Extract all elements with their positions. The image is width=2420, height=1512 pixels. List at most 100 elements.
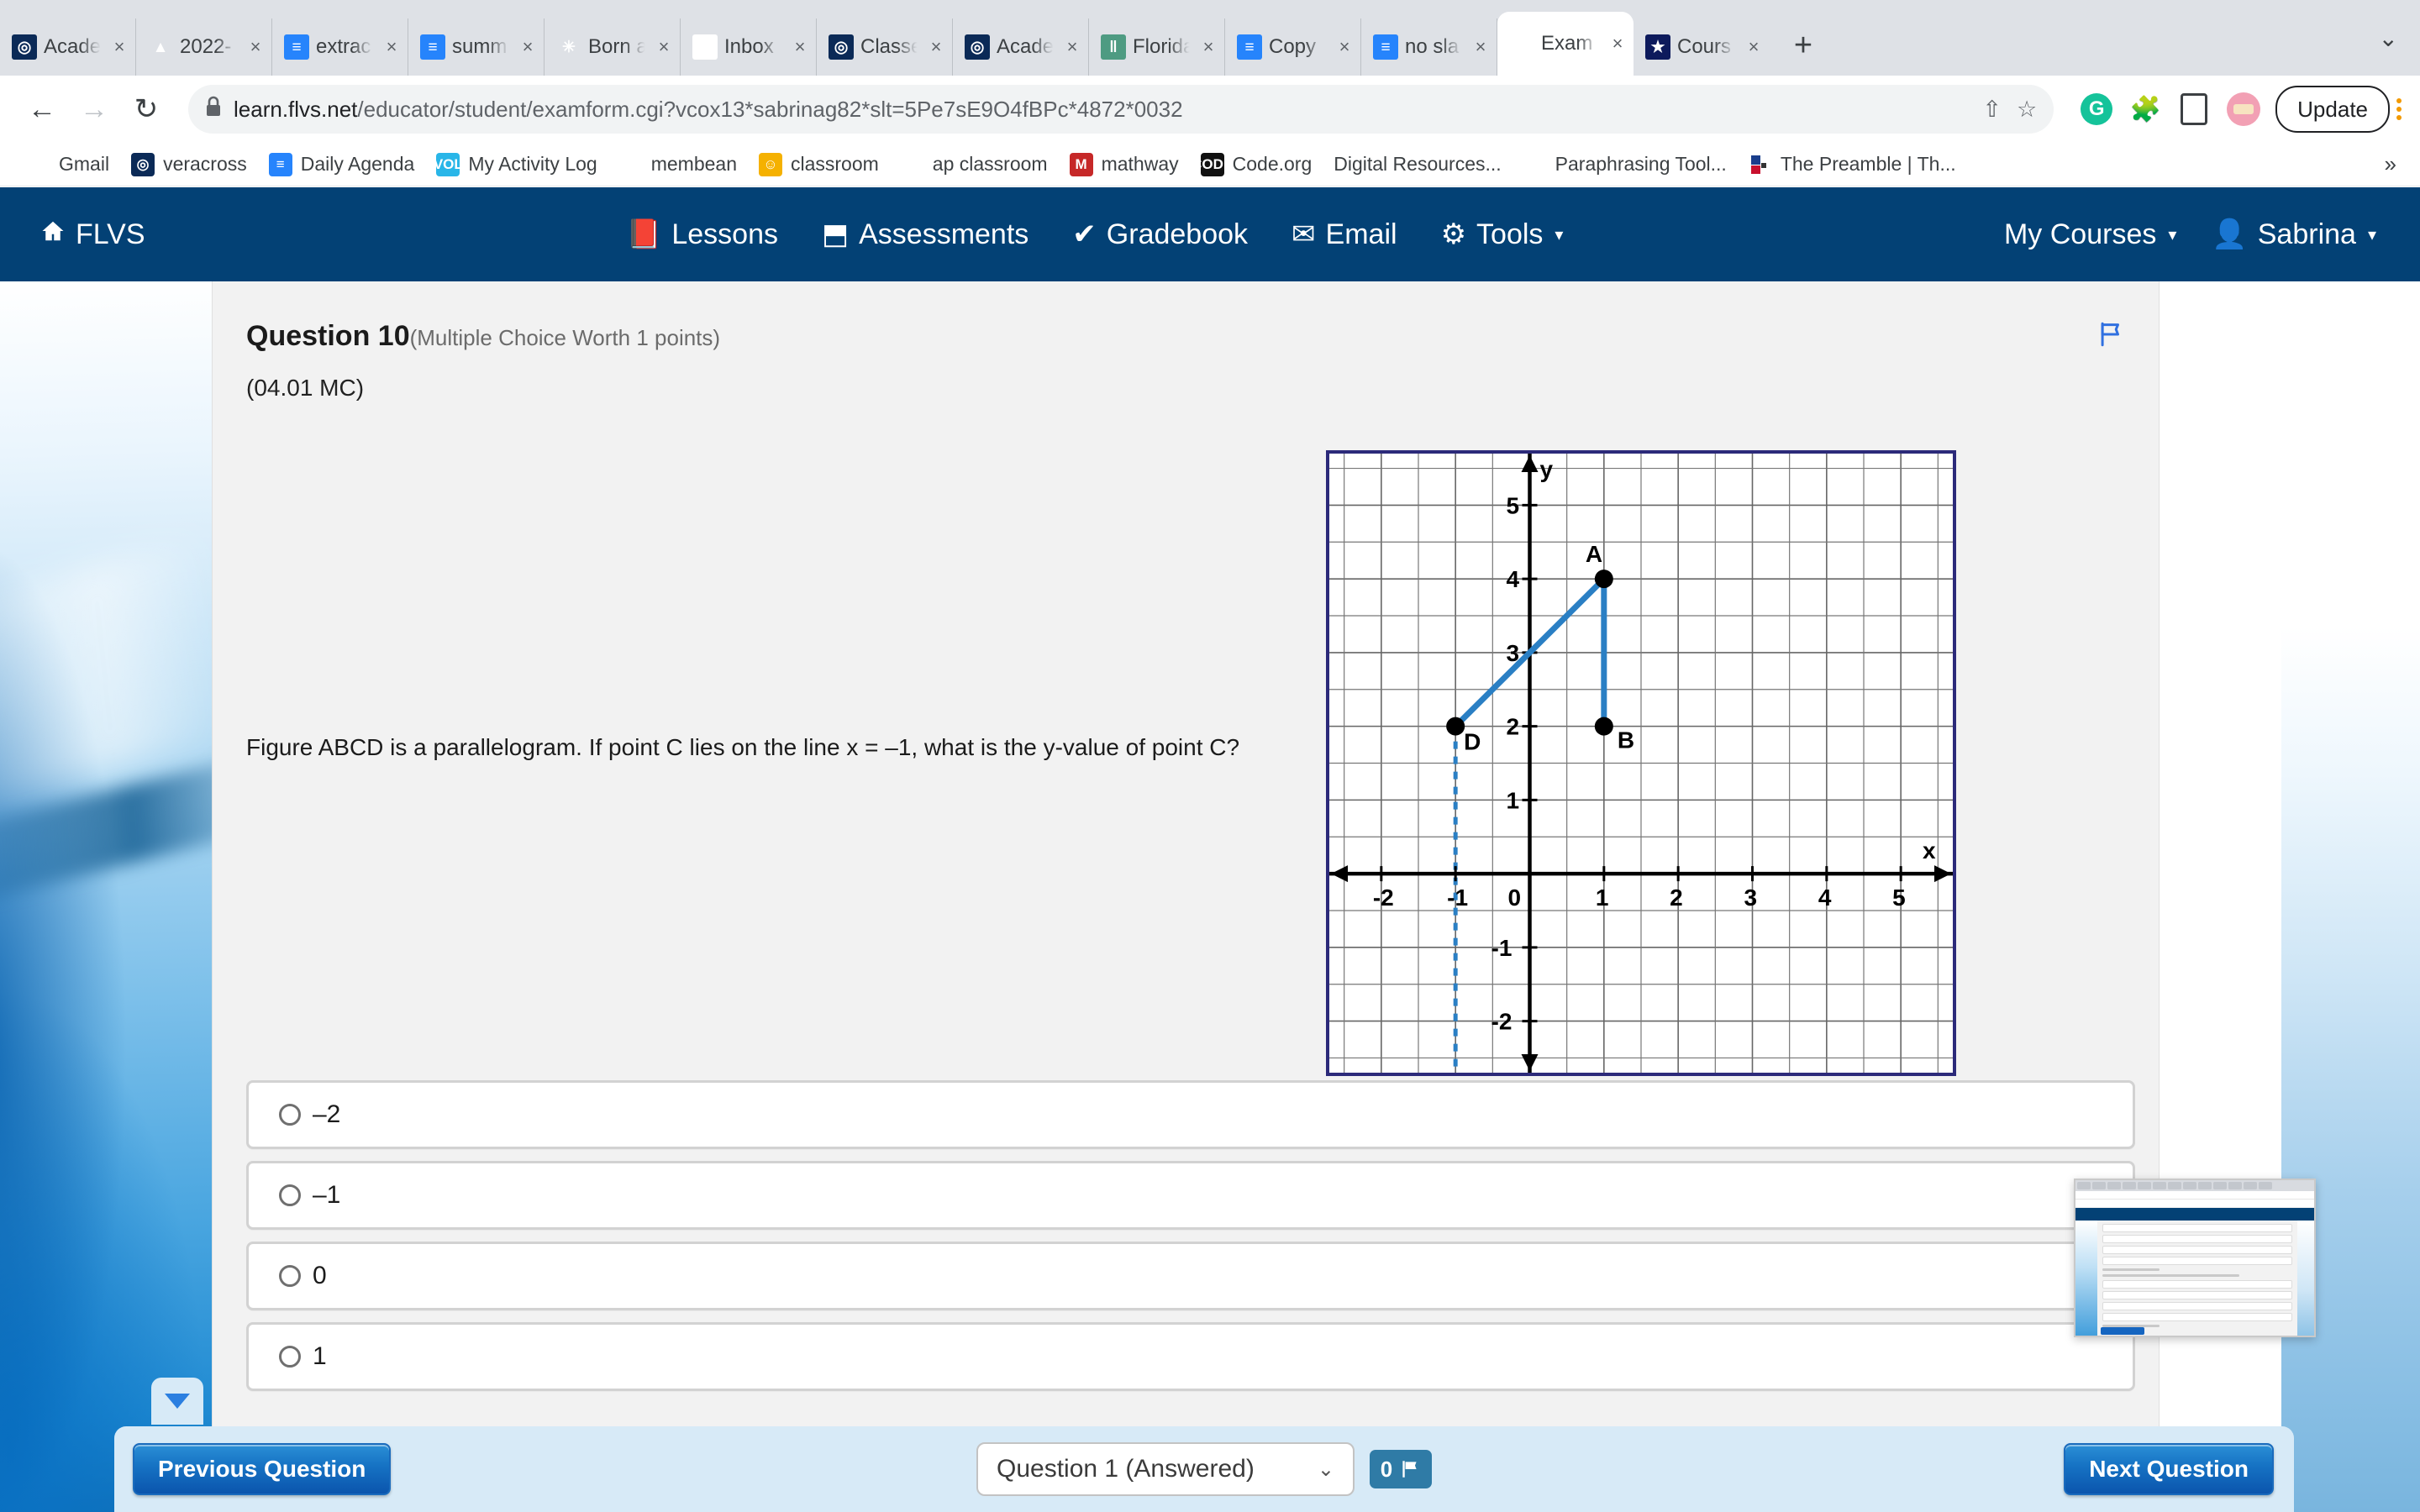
close-icon[interactable]: × — [381, 36, 402, 58]
browser-tab[interactable]: ≡summ× — [408, 18, 544, 76]
close-icon[interactable]: × — [653, 36, 675, 58]
tabstrip-right-group: ⌄ — [2379, 0, 2420, 76]
close-icon[interactable]: × — [1607, 33, 1628, 55]
flag-icon — [1399, 1458, 1421, 1480]
bookmark-item[interactable]: The Preamble | Th... — [1740, 150, 1965, 180]
point-B — [1595, 717, 1613, 736]
y-tick-label: -1 — [1491, 935, 1512, 961]
grammarly-extension-icon[interactable]: G — [2081, 93, 2112, 125]
share-icon[interactable]: ⇧ — [1982, 97, 2002, 123]
sidepanel-icon[interactable] — [2178, 93, 2210, 125]
tab-title: Copy — [1269, 35, 1327, 59]
bookmark-item[interactable]: ⬭ap classroom — [892, 150, 1056, 180]
browser-tab[interactable]: ⎙Exam× — [1497, 12, 1634, 76]
close-icon[interactable]: × — [1334, 36, 1355, 58]
close-icon[interactable]: × — [1743, 36, 1765, 58]
close-icon[interactable]: × — [1061, 36, 1083, 58]
point-D — [1446, 717, 1465, 736]
bookmark-item[interactable]: CODECode.org — [1192, 150, 1321, 180]
answer-option[interactable]: –2 — [246, 1080, 2135, 1149]
question-select[interactable]: Question 1 (Answered) ⌄ — [976, 1442, 1355, 1496]
bookmark-item[interactable]: Digital Resources... — [1325, 150, 1509, 179]
bookmarks-overflow-button[interactable]: » — [2385, 151, 2402, 177]
bookmark-item[interactable]: ☺classroom — [750, 150, 887, 180]
question-navigator: Question 1 (Answered) ⌄ 0 — [976, 1442, 1432, 1496]
close-icon[interactable]: × — [925, 36, 947, 58]
flagged-count-badge[interactable]: 0 — [1370, 1450, 1432, 1488]
update-button[interactable]: Update — [2275, 86, 2390, 133]
google-docs-icon: ≡ — [1373, 34, 1398, 60]
browser-tab[interactable]: ▲2022-× — [136, 18, 272, 76]
close-icon[interactable]: × — [1470, 36, 1491, 58]
nav-item-lessons[interactable]: 📕Lessons — [626, 218, 778, 251]
close-icon[interactable]: × — [789, 36, 811, 58]
flvs-home-link[interactable]: FLVS — [40, 218, 145, 251]
browser-tab[interactable]: ◎Acade× — [953, 18, 1089, 76]
browser-tab[interactable]: ≡no sla× — [1361, 18, 1497, 76]
browser-tab[interactable]: ‖Florida× — [1089, 18, 1225, 76]
address-bar[interactable]: learn.flvs.net/educator/student/examform… — [188, 85, 2054, 134]
close-icon[interactable]: × — [1197, 36, 1219, 58]
nav-item-gradebook[interactable]: ✔Gradebook — [1072, 218, 1248, 251]
browser-tab[interactable]: ★Cours× — [1634, 18, 1770, 76]
browser-tab[interactable]: MInbox× — [681, 18, 817, 76]
preview-omnibox — [2075, 1191, 2314, 1200]
bookmark-item[interactable]: MGmail — [18, 150, 118, 180]
answer-option[interactable]: –1 — [246, 1161, 2135, 1230]
radio-button[interactable] — [279, 1184, 301, 1206]
envelope-icon: ✉ — [1292, 218, 1316, 251]
flvs-nav-right: My Courses▾ 👤Sabrina▾ — [2004, 218, 2376, 251]
nav-item-label: My Courses — [2004, 218, 2156, 251]
classroom-icon: ☺ — [759, 153, 782, 176]
profile-avatar[interactable] — [2227, 92, 2260, 126]
bookmark-item[interactable]: ⸙membean — [611, 150, 745, 180]
collapse-panel-handle[interactable] — [151, 1378, 203, 1425]
browser-tab[interactable]: ◎Acade× — [0, 18, 136, 76]
back-button[interactable]: ← — [18, 86, 66, 133]
nav-item-sabrina[interactable]: 👤Sabrina▾ — [2212, 218, 2376, 251]
close-icon[interactable]: × — [517, 36, 539, 58]
bookmark-item[interactable]: ◎veracross — [123, 150, 255, 180]
radio-button[interactable] — [279, 1104, 301, 1126]
graph-svg: yx-2-1012345-2-112345ABD — [1329, 454, 1953, 1073]
previous-question-button[interactable]: Previous Question — [133, 1443, 391, 1495]
nav-item-email[interactable]: ✉ Email — [1292, 218, 1397, 251]
bookmark-label: Gmail — [59, 153, 109, 176]
browser-tab[interactable]: ≡extrac× — [272, 18, 408, 76]
radio-button[interactable] — [279, 1265, 301, 1287]
browser-tab[interactable]: ≡Copy× — [1225, 18, 1361, 76]
forward-button[interactable]: → — [71, 86, 118, 133]
answer-option[interactable]: 0 — [246, 1242, 2135, 1310]
answer-option[interactable]: 1 — [246, 1322, 2135, 1391]
x-tick-label: 4 — [1818, 885, 1832, 911]
chrome-menu-button[interactable] — [2396, 98, 2402, 120]
nav-item-assessments[interactable]: ⬒Assessments — [822, 218, 1028, 251]
bookmark-star-icon[interactable]: ☆ — [2017, 97, 2037, 123]
radio-button[interactable] — [279, 1346, 301, 1368]
extensions-puzzle-icon[interactable]: 🧩 — [2129, 93, 2161, 125]
reload-button[interactable]: ↻ — [123, 86, 170, 133]
tab-title: Acade — [997, 35, 1055, 59]
nav-item-tools[interactable]: ⚙Tools▾ — [1441, 218, 1564, 251]
new-tab-button[interactable]: + — [1780, 22, 1827, 69]
close-icon[interactable]: × — [108, 36, 130, 58]
code-org-icon: CODE — [1201, 153, 1224, 176]
preview-body — [2075, 1221, 2314, 1337]
bookmark-item[interactable]: VOLMy Activity Log — [428, 150, 605, 180]
nav-item-my-courses[interactable]: My Courses▾ — [2004, 218, 2176, 251]
bookmarks-bar: MGmail◎veracross≡Daily AgendaVOLMy Activ… — [0, 143, 2420, 186]
next-question-button[interactable]: Next Question — [2064, 1443, 2274, 1495]
bookmark-item[interactable]: Mmathway — [1061, 150, 1187, 180]
close-icon[interactable]: × — [245, 36, 266, 58]
browser-tab[interactable]: ◎Classe× — [817, 18, 953, 76]
flag-question-button[interactable] — [2096, 320, 2135, 349]
answer-option-label: 0 — [313, 1262, 327, 1290]
bookmark-item[interactable]: ✒Paraphrasing Tool... — [1515, 150, 1735, 180]
exam-icon: ⎙ — [1509, 31, 1534, 56]
y-tick-label: -2 — [1491, 1009, 1512, 1035]
tab-search-chevron-down-icon[interactable]: ⌄ — [2379, 24, 2398, 52]
bookmark-item[interactable]: ≡Daily Agenda — [260, 150, 424, 180]
browser-tab[interactable]: ✳Born a× — [544, 18, 681, 76]
nav-item-label: Email — [1326, 218, 1397, 251]
screenshot-preview-thumbnail[interactable] — [2074, 1179, 2316, 1337]
